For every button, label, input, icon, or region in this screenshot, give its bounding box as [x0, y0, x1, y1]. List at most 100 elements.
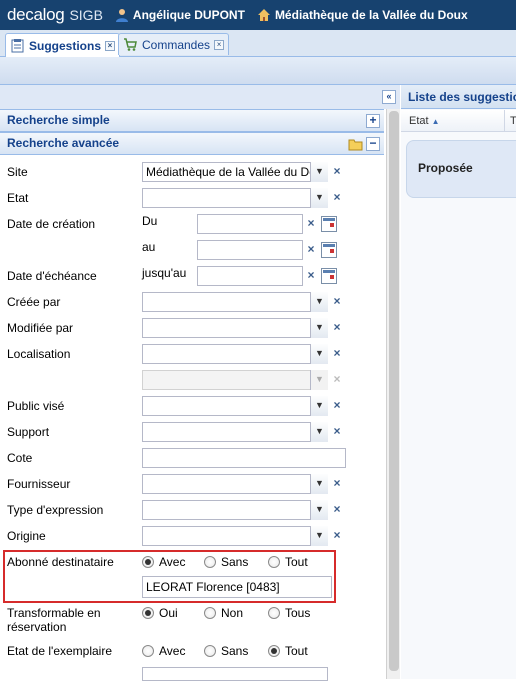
clear-icon[interactable]: × [303, 240, 319, 260]
scroll-thumb[interactable] [389, 111, 399, 671]
localisation-label: Localisation [7, 347, 71, 361]
tab-label: Suggestions [29, 38, 102, 53]
group-label: Proposée [418, 161, 473, 175]
clear-icon[interactable]: × [329, 344, 345, 364]
transformable-label-1: Transformable en [7, 606, 101, 620]
chevron-down-icon[interactable]: ▼ [310, 500, 328, 520]
folder-icon[interactable] [348, 137, 363, 151]
public-vise-label: Public visé [7, 399, 65, 413]
calendar-icon[interactable] [321, 268, 337, 284]
exemplaire-radio-avec[interactable]: Avec [142, 644, 185, 658]
creee-par-combo[interactable] [142, 292, 328, 312]
origine-combo[interactable] [142, 526, 328, 546]
exemplaire-radio-tout[interactable]: Tout [268, 644, 308, 658]
results-title: Liste des suggestions [401, 85, 516, 109]
cote-input[interactable] [142, 448, 346, 468]
radio-icon[interactable] [268, 607, 280, 619]
creee-par-label: Créée par [7, 295, 61, 309]
clear-icon[interactable]: × [329, 292, 345, 312]
type-expression-combo[interactable] [142, 500, 328, 520]
chevron-down-icon[interactable]: ▼ [310, 526, 328, 546]
user-name: Angélique DUPONT [132, 8, 245, 22]
etat-exemplaire-label: Etat de l'exemplaire [7, 644, 113, 658]
radio-checked-icon[interactable] [268, 645, 280, 657]
date-until-label: jusqu'au [142, 266, 187, 280]
clear-icon[interactable]: × [329, 396, 345, 416]
calendar-icon[interactable] [321, 216, 337, 232]
chevron-down-icon[interactable]: ▼ [310, 396, 328, 416]
abonne-input[interactable]: LEORAT Florence [0483] [142, 576, 332, 598]
abonne-radio-avec[interactable]: Avec [142, 555, 185, 569]
date-from-label: Du [142, 214, 158, 228]
abonne-radio-sans[interactable]: Sans [204, 555, 248, 569]
clear-icon: × [333, 372, 341, 386]
current-user[interactable]: Angélique DUPONT [115, 8, 245, 22]
clear-icon[interactable]: × [303, 214, 319, 234]
clear-icon[interactable]: × [303, 266, 319, 286]
radio-icon[interactable] [142, 645, 154, 657]
chevron-down-icon[interactable]: ▼ [310, 344, 328, 364]
radio-icon[interactable] [204, 607, 216, 619]
close-icon[interactable]: × [105, 40, 116, 51]
tab-suggestions[interactable]: Suggestions × [5, 33, 121, 57]
support-label: Support [7, 425, 50, 439]
localisation-combo[interactable] [142, 344, 328, 364]
transformable-radio-non[interactable]: Non [204, 606, 243, 620]
clear-icon[interactable]: × [329, 318, 345, 338]
abonne-radio-tout[interactable]: Tout [268, 555, 308, 569]
group-row[interactable]: Proposée [406, 140, 516, 198]
collapse-icon[interactable]: − [366, 137, 380, 151]
column-divider[interactable] [504, 110, 505, 132]
library-name: Médiathèque de la Vallée du Doux [274, 8, 468, 22]
support-combo[interactable] [142, 422, 328, 442]
chevron-down-icon[interactable]: ▼ [310, 318, 328, 338]
clear-icon[interactable]: × [329, 474, 345, 494]
date-creation-to-input[interactable] [197, 240, 303, 260]
clear-icon[interactable]: × [329, 422, 345, 442]
exemplaire-radio-sans[interactable]: Sans [204, 644, 248, 658]
etat-label: Etat [7, 191, 29, 205]
chevron-down-icon[interactable]: ▼ [310, 162, 328, 182]
fournisseur-label: Fournisseur [7, 477, 71, 491]
clear-icon[interactable]: × [329, 526, 345, 546]
fournisseur-combo[interactable] [142, 474, 328, 494]
tab-commandes[interactable]: Commandes × [118, 33, 230, 55]
modifiee-par-combo[interactable] [142, 318, 328, 338]
chevron-down-icon[interactable]: ▼ [310, 474, 328, 494]
radio-checked-icon[interactable] [142, 556, 154, 568]
column-label: Etat [409, 115, 429, 127]
column-t[interactable]: T [510, 110, 516, 132]
clear-icon[interactable]: × [329, 162, 345, 182]
close-icon[interactable]: × [214, 39, 225, 50]
current-library[interactable]: Médiathèque de la Vallée du Doux [257, 8, 468, 22]
radio-checked-icon[interactable] [142, 607, 154, 619]
date-echeance-input[interactable] [197, 266, 303, 286]
clear-icon[interactable]: × [329, 188, 345, 208]
date-creation-from-input[interactable] [197, 214, 303, 234]
radio-label: Tous [285, 606, 311, 620]
advanced-search-header[interactable]: Recherche avancée − [0, 132, 384, 155]
collapse-left-icon[interactable]: « [382, 90, 396, 104]
radio-icon[interactable] [204, 556, 216, 568]
clear-icon[interactable]: × [329, 500, 345, 520]
expand-icon[interactable]: + [366, 114, 380, 128]
etat-combo[interactable] [142, 188, 328, 208]
sort-asc-icon: ▲ [431, 117, 440, 126]
chevron-down-icon[interactable]: ▼ [310, 422, 328, 442]
simple-search-header[interactable]: Recherche simple + [0, 109, 384, 132]
calendar-icon[interactable] [321, 242, 337, 258]
column-etat[interactable]: Etat ▲ [409, 110, 440, 133]
date-to-label: au [142, 240, 156, 254]
scrollbar[interactable] [386, 109, 400, 679]
chevron-down-icon[interactable]: ▼ [310, 188, 328, 208]
radio-icon[interactable] [268, 556, 280, 568]
chevron-down-icon[interactable]: ▼ [310, 292, 328, 312]
public-vise-combo[interactable] [142, 396, 328, 416]
transformable-radio-oui[interactable]: Oui [142, 606, 178, 620]
user-icon [115, 9, 128, 22]
radio-icon[interactable] [204, 645, 216, 657]
transformable-radio-tous[interactable]: Tous [268, 606, 310, 620]
suggestions-icon [11, 39, 24, 53]
site-combo[interactable]: Médiathèque de la Vallée du Doux [142, 162, 328, 182]
app-header: decalog SIGB Angélique DUPONT Médiathèqu… [0, 0, 516, 30]
